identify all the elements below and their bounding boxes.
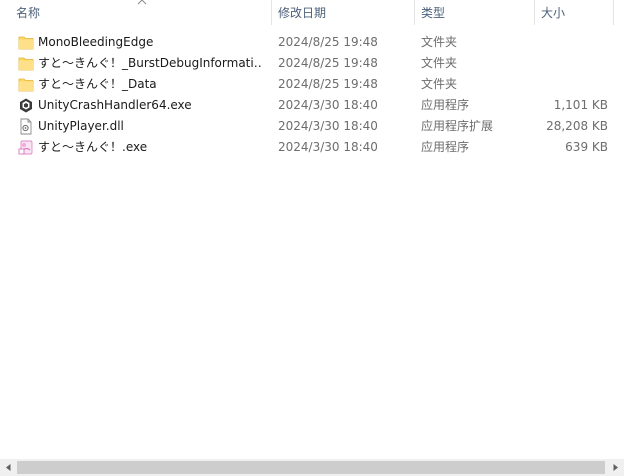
column-date-header[interactable]: 修改日期 [278, 0, 326, 27]
game-exe-icon [18, 140, 33, 155]
file-type: 文件夹 [421, 77, 458, 91]
file-date: 2024/3/30 18:40 [278, 119, 378, 133]
dll-file-icon [20, 118, 32, 135]
file-row[interactable]: すと～きんぐ！_Data 2024/8/25 19:48 文件夹 [0, 74, 624, 95]
column-name-header[interactable]: 名称 [16, 0, 40, 27]
file-date: 2024/8/25 19:48 [278, 77, 378, 91]
file-row[interactable]: UnityCrashHandler64.exe 2024/3/30 18:40 … [0, 95, 624, 116]
file-date: 2024/8/25 19:48 [278, 35, 378, 49]
scrollbar-thumb[interactable] [17, 461, 605, 474]
file-date: 2024/3/30 18:40 [278, 98, 378, 112]
file-type: 文件夹 [421, 56, 458, 70]
column-divider[interactable] [613, 0, 614, 25]
file-name: すと～きんぐ！_Data [38, 77, 157, 91]
file-date: 2024/8/25 19:48 [278, 56, 378, 70]
folder-icon [18, 36, 34, 50]
column-size-header[interactable]: 大小 [541, 0, 565, 27]
column-divider[interactable] [414, 0, 415, 25]
file-type: 应用程序扩展 [421, 119, 494, 133]
scroll-left-arrow-icon[interactable] [0, 459, 17, 476]
file-row[interactable]: UnityPlayer.dll 2024/3/30 18:40 应用程序扩展 2… [0, 116, 624, 137]
folder-icon [18, 57, 34, 71]
file-name: すと～きんぐ！_BurstDebugInformati… [38, 56, 262, 70]
file-size: 639 KB [565, 140, 608, 154]
file-size: 28,208 KB [546, 119, 608, 133]
file-list: MonoBleedingEdge 2024/8/25 19:48 文件夹 すと～… [0, 32, 624, 158]
file-type: 应用程序 [421, 140, 470, 154]
unity-app-icon [20, 98, 32, 113]
file-explorer-list: 名称 修改日期 类型 大小 MonoBleedingEdge 2024/8/25… [0, 0, 624, 476]
file-type: 文件夹 [421, 35, 458, 49]
file-name: UnityPlayer.dll [38, 119, 124, 133]
column-type-header[interactable]: 类型 [421, 0, 445, 27]
column-divider[interactable] [271, 0, 272, 25]
file-row[interactable]: すと～きんぐ！_BurstDebugInformati… 2024/8/25 1… [0, 53, 624, 74]
folder-icon [18, 78, 34, 92]
scroll-right-arrow-icon[interactable] [607, 459, 624, 476]
horizontal-scrollbar[interactable] [0, 459, 624, 476]
file-size: 1,101 KB [553, 98, 608, 112]
file-name: すと～きんぐ！.exe [38, 140, 148, 154]
file-row[interactable]: すと～きんぐ！.exe 2024/3/30 18:40 应用程序 639 KB [0, 137, 624, 158]
file-type: 应用程序 [421, 98, 470, 112]
file-name: UnityCrashHandler64.exe [38, 98, 192, 112]
sort-ascending-icon [137, 0, 147, 5]
column-header: 名称 修改日期 类型 大小 [0, 0, 624, 27]
file-row[interactable]: MonoBleedingEdge 2024/8/25 19:48 文件夹 [0, 32, 624, 53]
column-divider[interactable] [534, 0, 535, 25]
file-date: 2024/3/30 18:40 [278, 140, 378, 154]
file-name: MonoBleedingEdge [38, 35, 154, 49]
